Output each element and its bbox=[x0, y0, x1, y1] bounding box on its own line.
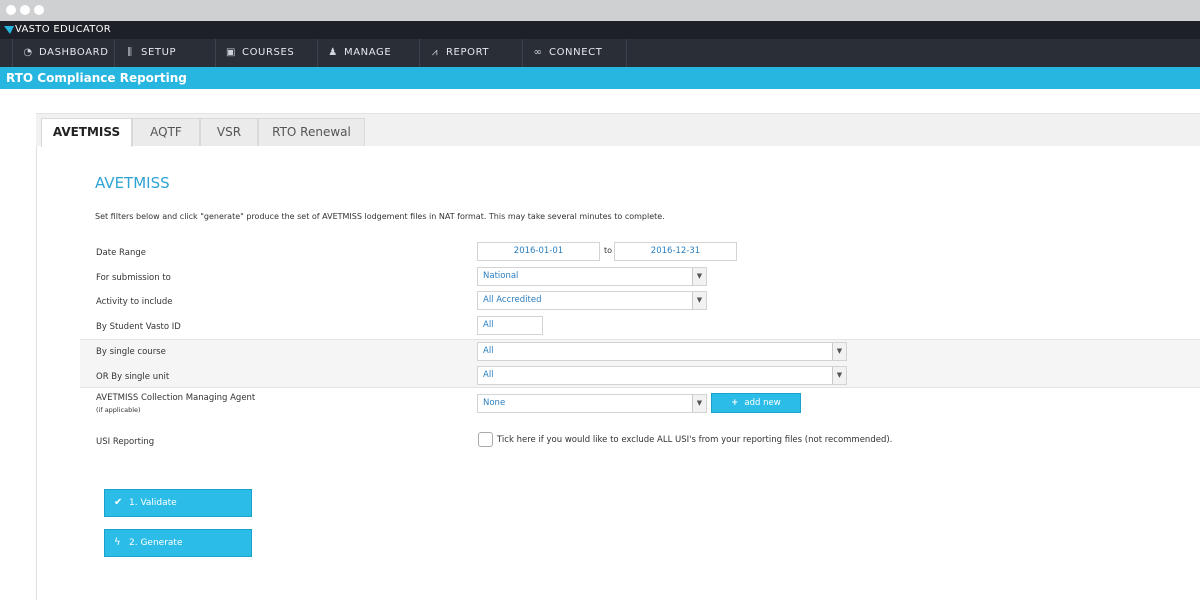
nav-label: CONNECT bbox=[549, 47, 603, 58]
student-label: By Student Vasto ID bbox=[96, 322, 181, 332]
tab-avetmiss[interactable]: AVETMISS bbox=[41, 118, 132, 147]
window-dot-icon[interactable] bbox=[20, 5, 30, 15]
date-from-input[interactable]: 2016-01-01 bbox=[477, 242, 600, 261]
chevron-down-icon[interactable]: ▼ bbox=[832, 343, 846, 360]
agent-select[interactable]: None ▼ bbox=[477, 394, 707, 413]
window-dot-icon[interactable] bbox=[34, 5, 44, 15]
chevron-down-icon[interactable]: ▼ bbox=[832, 367, 846, 384]
window-dot-icon[interactable] bbox=[6, 5, 16, 15]
plus-icon: + bbox=[731, 398, 739, 408]
link-icon: ∞ bbox=[533, 47, 543, 58]
chevron-down-icon[interactable]: ▼ bbox=[692, 395, 706, 412]
activity-label: Activity to include bbox=[96, 297, 173, 307]
calendar-icon: ▣ bbox=[225, 47, 237, 58]
vasto-logo-icon bbox=[4, 26, 14, 34]
course-value: All bbox=[483, 346, 494, 356]
nav-label: SETUP bbox=[141, 47, 177, 58]
unit-label: OR By single unit bbox=[96, 372, 170, 382]
chevron-down-icon[interactable]: ▼ bbox=[692, 292, 706, 309]
course-select[interactable]: All ▼ bbox=[477, 342, 847, 361]
agent-label: AVETMISS Collection Managing Agent bbox=[96, 393, 256, 403]
nav-label: DASHBOARD bbox=[39, 47, 109, 58]
nav-item-courses[interactable]: ▣ COURSES bbox=[216, 39, 318, 67]
activity-select[interactable]: All Accredited ▼ bbox=[477, 291, 707, 310]
nav-item-manage[interactable]: ♟ MANAGE bbox=[318, 39, 420, 67]
nav-label: MANAGE bbox=[344, 47, 392, 58]
generate-label: 2. Generate bbox=[129, 538, 183, 548]
app-name: VASTO EDUCATOR bbox=[15, 24, 112, 35]
section-description: Set filters below and click "generate" p… bbox=[95, 212, 665, 221]
submission-select[interactable]: National ▼ bbox=[477, 267, 707, 286]
exclude-usi-text: Tick here if you would like to exclude A… bbox=[497, 435, 893, 445]
unit-select[interactable]: All ▼ bbox=[477, 366, 847, 385]
date-to-label: to bbox=[604, 246, 613, 255]
date-range-label: Date Range bbox=[96, 248, 146, 258]
student-id-input[interactable]: All bbox=[477, 316, 543, 335]
tab-rto-renewal[interactable]: RTO Renewal bbox=[258, 118, 365, 146]
sliders-icon: ⫼ bbox=[127, 47, 133, 58]
app-bar: VASTO EDUCATOR bbox=[0, 21, 1200, 39]
window-chrome bbox=[0, 0, 1200, 21]
check-icon: ✔ bbox=[114, 497, 123, 508]
unit-value: All bbox=[483, 370, 494, 380]
nav-item-setup[interactable]: ⫼ SETUP bbox=[115, 39, 216, 67]
chevron-down-icon[interactable]: ▼ bbox=[692, 268, 706, 285]
nav-item-report[interactable]: ⩘ REPORT bbox=[420, 39, 523, 67]
validate-label: 1. Validate bbox=[129, 498, 177, 508]
usi-label: USI Reporting bbox=[96, 437, 155, 447]
main-nav: ◔ DASHBOARD ⫼ SETUP ▣ COURSES ♟ MANAGE ⩘ REPO… bbox=[0, 39, 1200, 67]
activity-value: All Accredited bbox=[483, 295, 542, 305]
chart-icon: ⩘ bbox=[431, 47, 439, 58]
course-label: By single course bbox=[96, 347, 166, 357]
nav-item-dashboard[interactable]: ◔ DASHBOARD bbox=[13, 39, 115, 67]
add-new-label: add new bbox=[744, 398, 781, 408]
agent-sublabel: (if applicable) bbox=[96, 406, 141, 414]
lightning-icon: ϟ bbox=[114, 537, 121, 548]
generate-button[interactable]: ϟ 2. Generate bbox=[104, 529, 252, 557]
page-title: RTO Compliance Reporting bbox=[0, 67, 1200, 89]
exclude-usi-checkbox[interactable] bbox=[478, 432, 493, 447]
validate-button[interactable]: ✔ 1. Validate bbox=[104, 489, 252, 517]
submission-label: For submission to bbox=[96, 273, 171, 283]
tab-aqtf[interactable]: AQTF bbox=[132, 118, 200, 146]
date-to-input[interactable]: 2016-12-31 bbox=[614, 242, 737, 261]
section-heading: AVETMISS bbox=[95, 174, 170, 192]
tab-vsr[interactable]: VSR bbox=[200, 118, 258, 146]
add-agent-button[interactable]: + add new bbox=[711, 393, 801, 413]
dashboard-icon: ◔ bbox=[23, 47, 33, 58]
nav-item-connect[interactable]: ∞ CONNECT bbox=[523, 39, 627, 67]
nav-label: COURSES bbox=[242, 47, 295, 58]
submission-value: National bbox=[483, 271, 519, 281]
users-icon: ♟ bbox=[328, 47, 338, 58]
agent-value: None bbox=[483, 398, 506, 408]
nav-label: REPORT bbox=[446, 47, 490, 58]
